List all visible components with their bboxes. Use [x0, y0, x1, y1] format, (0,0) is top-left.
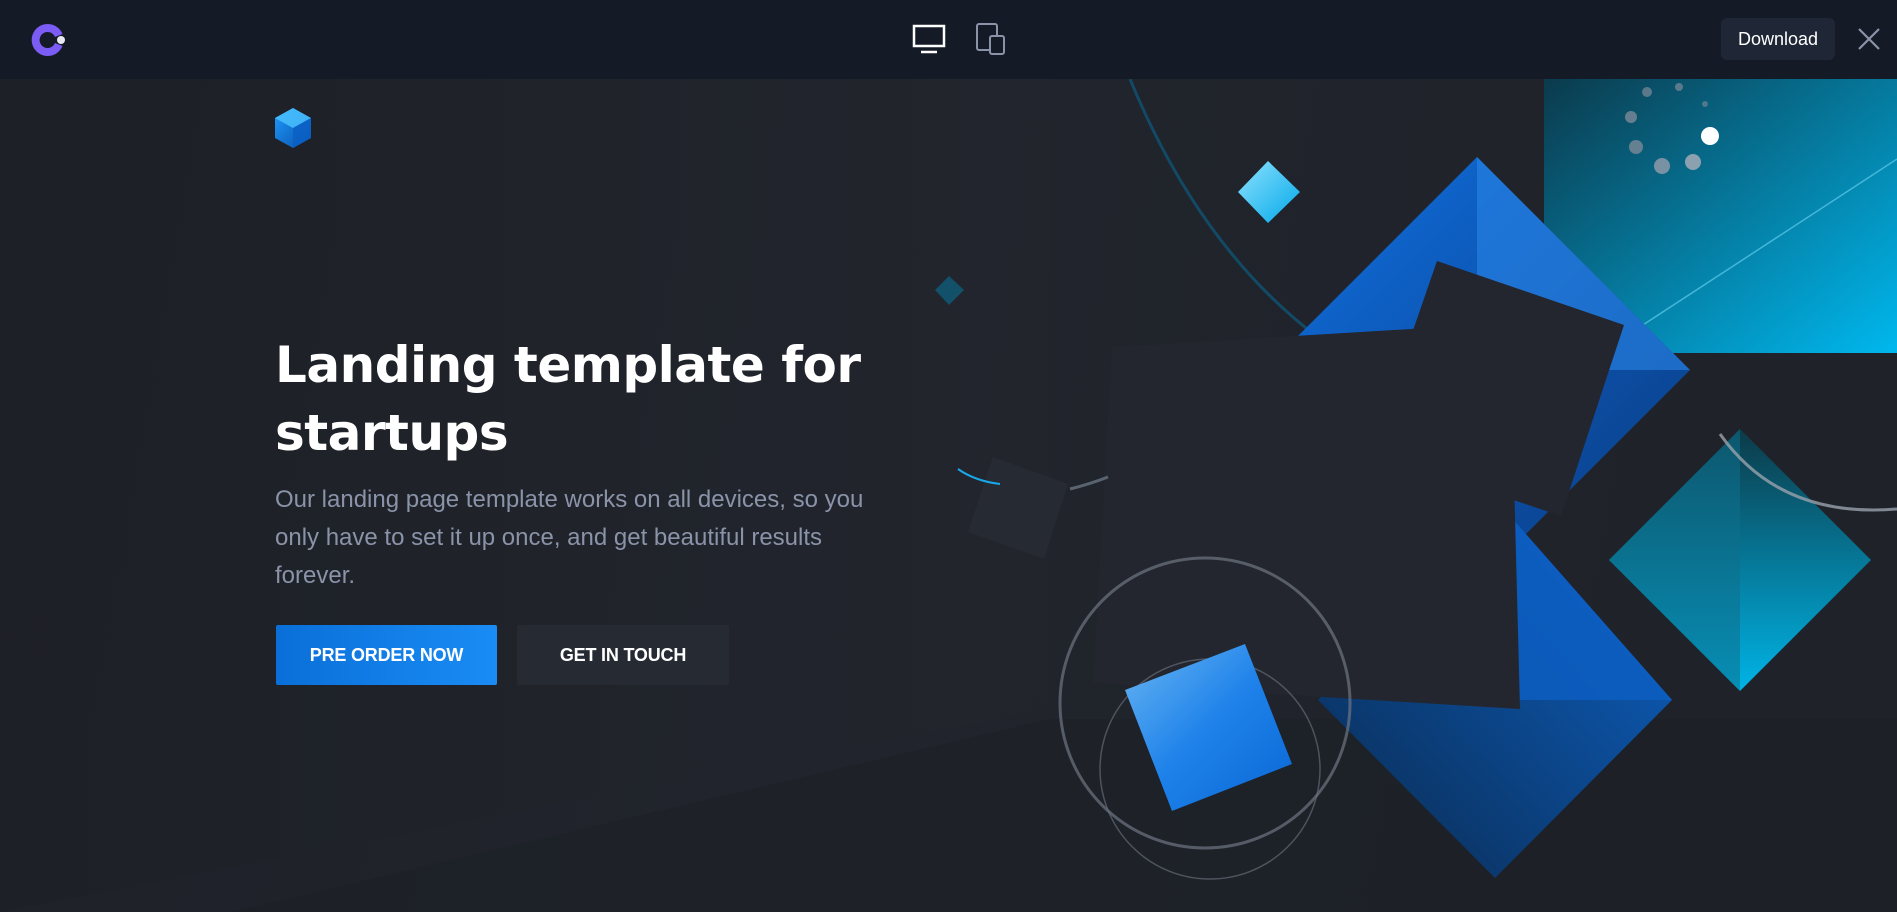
device-switcher [912, 22, 1008, 56]
preview-toolbar: Download [0, 0, 1897, 79]
hero-section: Landing template for startups Our landin… [0, 79, 1897, 912]
close-icon[interactable] [1856, 26, 1882, 52]
mobile-devices-icon[interactable] [974, 22, 1008, 56]
cruip-logo-icon[interactable] [28, 20, 68, 60]
desktop-icon[interactable] [912, 22, 946, 56]
download-button[interactable]: Download [1721, 18, 1835, 60]
hero-illustration [935, 79, 1897, 880]
